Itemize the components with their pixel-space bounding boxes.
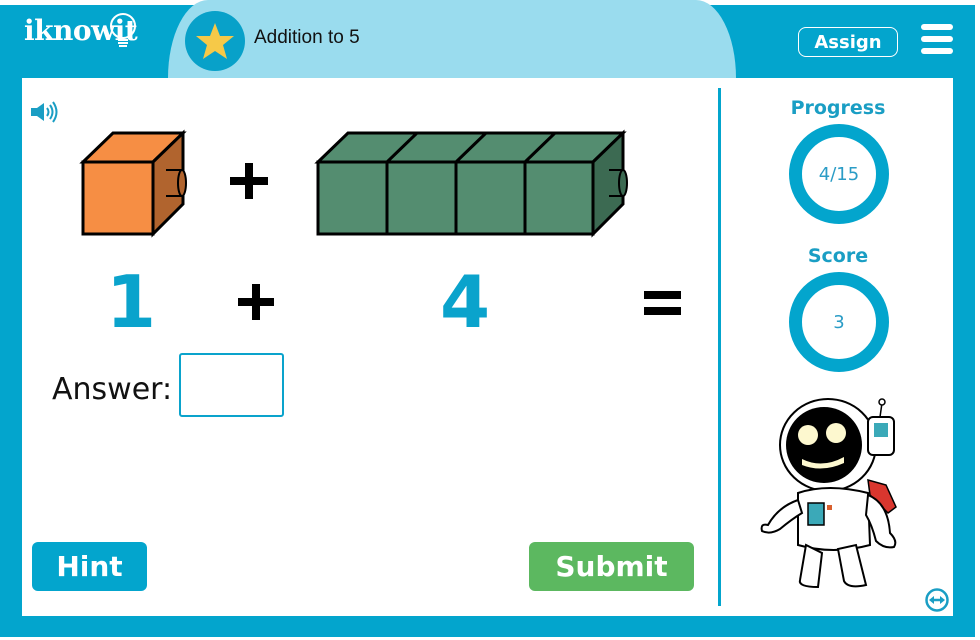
swap-horizontal-icon[interactable] — [925, 588, 949, 612]
orange-cube-block — [79, 129, 187, 238]
speaker-icon[interactable] — [30, 101, 60, 123]
astronaut-mascot — [760, 398, 897, 589]
plus-sign-blocks — [230, 163, 268, 199]
hint-button[interactable]: Hint — [32, 542, 147, 591]
score-ring: 3 — [789, 272, 889, 372]
lesson-badge — [185, 11, 245, 71]
score-value: 3 — [833, 311, 845, 333]
answer-label: Answer: — [52, 372, 173, 407]
header: iknowit Addition to 5 Assign — [0, 0, 975, 78]
progress-value: 4/15 — [818, 163, 860, 185]
iknowit-logo[interactable]: iknowit — [24, 13, 138, 47]
hamburger-menu-icon[interactable] — [921, 24, 953, 54]
plus-sign — [238, 284, 274, 320]
equals-sign — [644, 291, 681, 315]
lightbulb-icon — [110, 13, 136, 47]
panel-divider — [718, 88, 721, 606]
submit-button[interactable]: Submit — [529, 542, 694, 591]
answer-input[interactable] — [179, 353, 284, 417]
star-icon — [196, 23, 234, 59]
score-label: Score — [807, 245, 869, 267]
progress-ring: 4/15 — [789, 124, 889, 224]
progress-label: Progress — [790, 97, 886, 119]
green-cube-blocks — [314, 129, 628, 238]
operand-b: 4 — [440, 260, 491, 344]
assign-button[interactable]: Assign — [798, 27, 898, 57]
operand-a: 1 — [106, 260, 157, 344]
lesson-title: Addition to 5 — [254, 27, 360, 48]
